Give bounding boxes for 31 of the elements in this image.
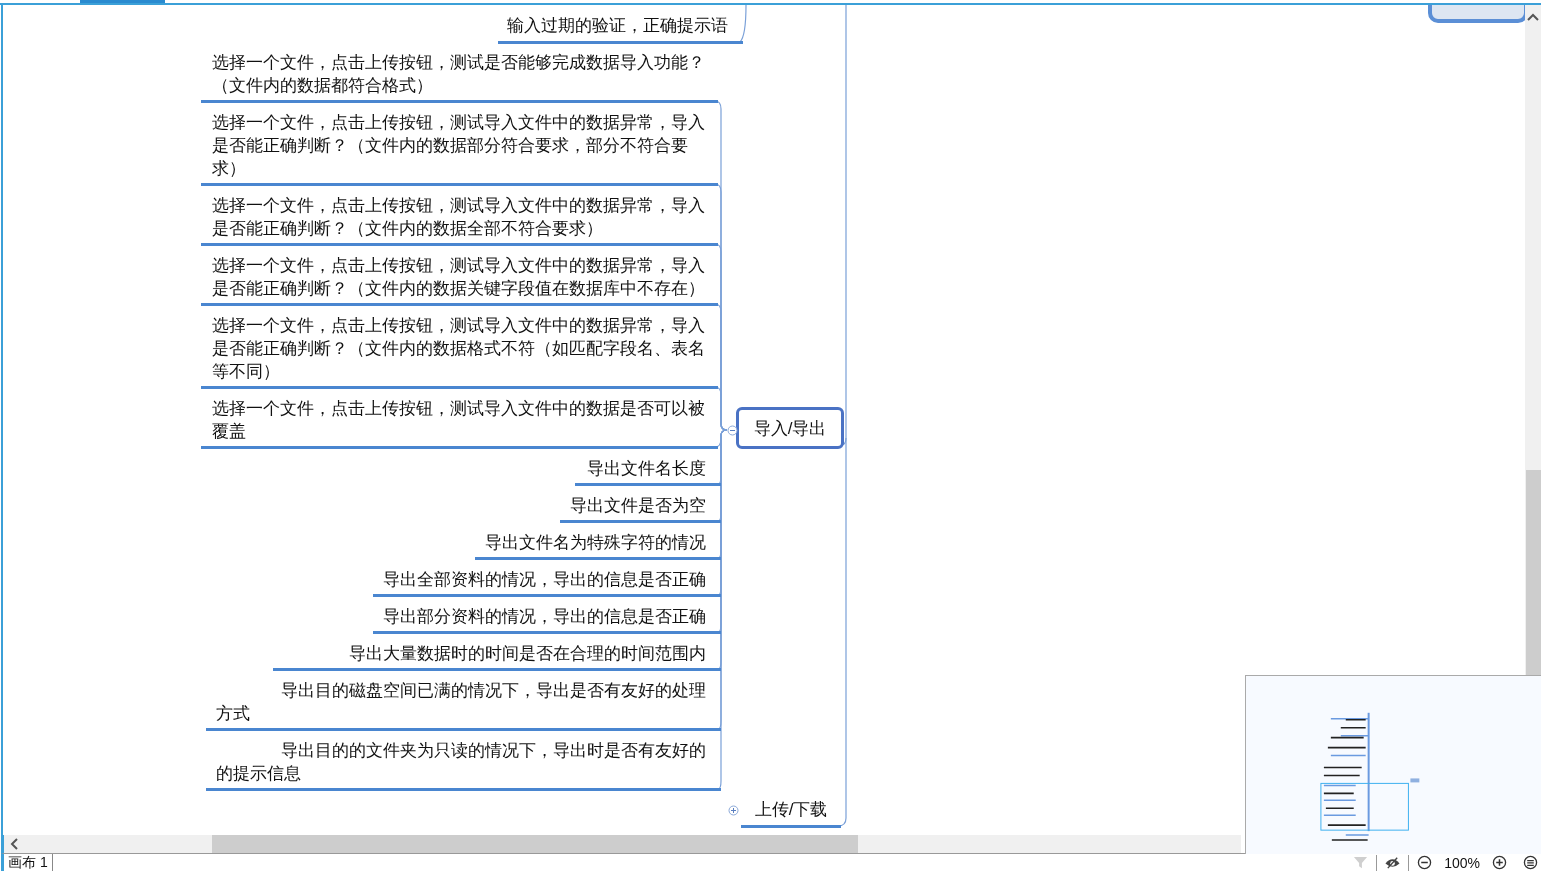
topic[interactable]: 输入过期的验证，正确提示语 [498,9,743,44]
topic[interactable]: 导出大量数据时的时间是否在合理的时间范围内 [273,637,721,671]
topic[interactable]: 选择一个文件，点击上传按钮，测试导入文件中的数据异常，导入 是否能正确判断？（文件内的数据格式不符（如匹配字段名、表名 等不同） [201,309,718,389]
connector-line [739,5,747,43]
scrollbar-thumb[interactable] [1525,470,1541,675]
topic[interactable]: 导出文件名为特殊字符的情况 [475,526,721,560]
vertical-scrollbar[interactable] [1525,5,1541,675]
zoom-out-icon[interactable] [1417,855,1433,870]
zoom-level: 100% [1444,854,1480,871]
scroll-up-icon[interactable] [1527,13,1539,21]
topic[interactable]: 选择一个文件，点击上传按钮，测试是否能够完成数据导入功能？ （文件内的数据都符合格式） [201,46,718,103]
topic[interactable]: 导出目的的文件夹为只读的情况下，导出时是否有友好的 的提示信息 [206,734,721,791]
scroll-left-icon[interactable] [10,838,18,850]
topic[interactable]: 导出部分资料的情况，导出的信息是否正确 [373,600,721,634]
topic[interactable]: 导出目的磁盘空间已满的情况下，导出是否有友好的处理 方式 [206,674,721,731]
collapse-icon[interactable] [726,424,738,436]
topic[interactable]: 导出文件是否为空 [560,489,721,523]
topic[interactable]: 选择一个文件，点击上传按钮，测试导入文件中的数据异常，导入 是否能正确判断？（文件内的数据关键字段值在数据库中不存在） [201,249,718,306]
topic[interactable]: 选择一个文件，点击上传按钮，测试导入文件中的数据异常，导入 是否能正确判断？（文件内的数据全部不符合要求） [201,189,718,246]
eye-icon[interactable] [1385,855,1401,870]
expand-icon[interactable] [727,804,739,816]
scrollbar-thumb[interactable] [212,835,858,853]
zoom-in-icon[interactable] [1492,855,1507,870]
menu-icon[interactable] [1523,855,1538,870]
topic[interactable]: 选择一个文件，点击上传按钮，测试导入文件中的数据异常，导入 是否能正确判断？（文件内的数据部分符合要求，部分不符合要 求） [201,106,718,186]
central-topic[interactable]: 导入/导出 [736,407,844,449]
horizontal-scrollbar[interactable] [1,835,1241,853]
topic[interactable]: 导出文件名长度 [575,452,721,486]
topic[interactable]: 上传/下载 [741,795,841,828]
topic[interactable]: 导出全部资料的情况，导出的信息是否正确 [373,563,721,597]
topic[interactable]: 选择一个文件，点击上传按钮，测试导入文件中的数据是否可以被 覆盖 [201,392,718,449]
